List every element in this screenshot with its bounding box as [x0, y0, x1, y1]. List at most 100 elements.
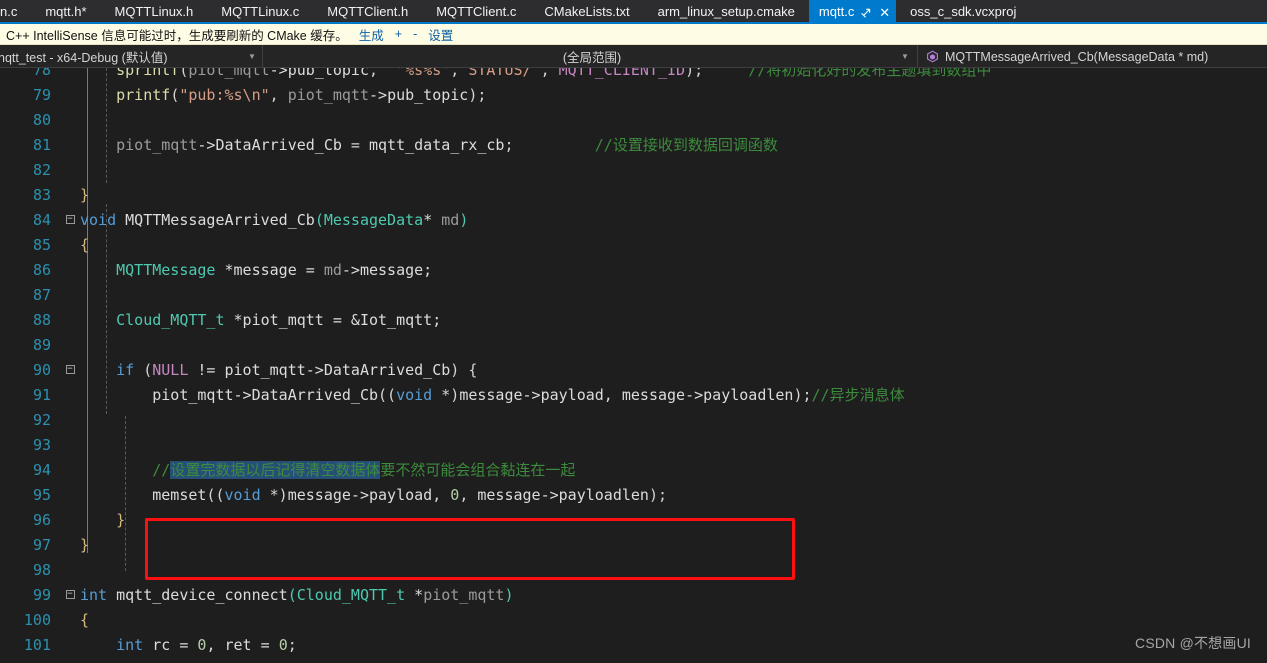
scope-dropdown[interactable]: (全局范围) ▼ [263, 45, 918, 68]
code-line[interactable]: 87 [0, 282, 1267, 307]
code-token: -> [369, 85, 388, 104]
info-bar-link-generate[interactable]: 生成 [359, 25, 384, 44]
code-line[interactable]: 82 [0, 157, 1267, 182]
chevron-down-icon: ▼ [248, 52, 256, 61]
collapse-toggle-icon[interactable]: − [60, 589, 80, 600]
code-token: //设置接收到数据回调函数 [594, 136, 778, 154]
code-token: void [396, 386, 433, 404]
code-token: message->payloadlen [477, 485, 649, 504]
editor-tab-n-c[interactable]: n.c [0, 0, 32, 22]
code-token: Cloud_MQTT_t [116, 310, 225, 329]
collapse-toggle-icon[interactable]: − [60, 364, 80, 375]
code-text: { [80, 611, 1267, 629]
code-token: , [531, 68, 559, 79]
code-token: } [80, 535, 90, 554]
line-number: 80 [32, 110, 51, 129]
line-number: 93 [32, 435, 51, 454]
code-line[interactable]: 80 [0, 107, 1267, 132]
editor-tab-arm-linux-setup-cmake[interactable]: arm_linux_setup.cmake [643, 0, 809, 22]
editor-tab-mqttlinux-h[interactable]: MQTTLinux.h [100, 0, 208, 22]
code-token: , [459, 485, 478, 504]
code-editor[interactable]: 78 sprintf(piot_mqtt->pub_topic, "%s%s",… [0, 68, 1267, 663]
code-line[interactable]: 88 Cloud_MQTT_t *piot_mqtt = &Iot_mqtt; [0, 307, 1267, 332]
code-token: "pub:%s\n" [179, 85, 270, 104]
code-token: ) [459, 210, 469, 229]
code-line[interactable]: 98 [0, 557, 1267, 582]
tab-label: arm_linux_setup.cmake [657, 4, 795, 19]
code-token: , [269, 85, 288, 104]
code-text: sprintf(piot_mqtt->pub_topic, "%s%s", ST… [80, 68, 1267, 80]
pin-icon[interactable]: ↥ [858, 3, 876, 21]
code-token: -> [197, 136, 216, 154]
editor-tab-mqttclient-c[interactable]: MQTTClient.c [422, 0, 531, 22]
code-token: //异步消息体 [811, 386, 905, 404]
line-number: 91 [32, 385, 51, 404]
code-line[interactable]: 91 piot_mqtt->DataArrived_Cb((void *)mes… [0, 382, 1267, 407]
code-line[interactable]: 90− if (NULL != piot_mqtt->DataArrived_C… [0, 357, 1267, 382]
code-line[interactable]: 79 printf("pub:%s\n", piot_mqtt->pub_top… [0, 82, 1267, 107]
tab-label: n.c [0, 4, 18, 19]
code-token: MQTTMessage [116, 260, 216, 279]
line-number: 85 [32, 235, 51, 254]
collapse-toggle-icon[interactable]: − [60, 214, 80, 225]
code-line[interactable]: 94 //设置完数据以后记得清空数据体要不然可能会组合黏连在一起 [0, 457, 1267, 482]
editor-tab-mqttclient-h[interactable]: MQTTClient.h [313, 0, 423, 22]
line-number: 101 [23, 635, 51, 654]
code-line[interactable]: 97} [0, 532, 1267, 557]
info-bar-link-plus[interactable]: + [395, 27, 402, 41]
code-line[interactable]: 101 int rc = 0, ret = 0; [0, 632, 1267, 657]
code-line[interactable]: 89 [0, 332, 1267, 357]
editor-tab-oss-c-sdk-vcxproj[interactable]: oss_c_sdk.vcxproj [896, 0, 1031, 22]
line-number: 86 [32, 260, 51, 279]
editor-tab-mqttlinux-c[interactable]: MQTTLinux.c [207, 0, 314, 22]
code-line[interactable]: 85 { [0, 232, 1267, 257]
code-token: ; [287, 635, 297, 654]
code-text: int mqtt_device_connect(Cloud_MQTT_t *pi… [80, 586, 1267, 604]
configuration-dropdown[interactable]: nqtt_test - x64-Debug (默认值) ▼ [0, 45, 263, 68]
editor-tab-mqtt-c[interactable]: mqtt.c ↥ ✕ [808, 0, 897, 22]
code-token: rc = [143, 635, 198, 654]
code-line[interactable]: 95 memset((void *)message->payload, 0, m… [0, 482, 1267, 507]
code-line[interactable]: 86 MQTTMessage *message = md->message; [0, 257, 1267, 282]
code-token: ( [170, 85, 180, 104]
info-bar-link-minus[interactable]: - [413, 27, 417, 41]
code-token: message; [359, 260, 433, 279]
line-number: 92 [32, 410, 51, 429]
info-bar-link-settings[interactable]: 设置 [428, 25, 453, 44]
editor-tab-cmakelists-txt[interactable]: CMakeLists.txt [530, 0, 644, 22]
code-line[interactable]: 100 { [0, 607, 1267, 632]
code-token: 0 [278, 635, 288, 654]
code-line[interactable]: 78 sprintf(piot_mqtt->pub_topic, "%s%s",… [0, 68, 1267, 82]
code-text: memset((void *)message->payload, 0, mess… [80, 486, 1267, 504]
intellisense-info-bar: C++ IntelliSense 信息可能过时，生成要刷新的 CMake 缓存。… [0, 24, 1267, 45]
code-token: printf [116, 85, 171, 104]
tab-label: MQTTClient.h [327, 4, 409, 19]
code-line[interactable]: 92 [0, 407, 1267, 432]
tab-label: mqtt.h* [45, 4, 87, 19]
indent-guide [106, 204, 107, 414]
code-line[interactable]: 84− void MQTTMessageArrived_Cb(MessageDat… [0, 207, 1267, 232]
code-line[interactable]: 83} [0, 182, 1267, 207]
line-number: 82 [32, 160, 51, 179]
code-token: ( [287, 585, 297, 604]
code-line[interactable]: 93 [0, 432, 1267, 457]
code-line[interactable]: 99− int mqtt_device_connect(Cloud_MQTT_t … [0, 582, 1267, 607]
code-token: pub_topic [387, 85, 469, 104]
code-token: mqtt_device_connect [116, 585, 288, 604]
editor-tab-strip: n.c mqtt.h* MQTTLinux.h MQTTLinux.c MQTTClie… [0, 0, 1267, 24]
tab-label: mqtt.c [818, 4, 855, 19]
code-token: //将初始化好的发布主题填到数组中 [748, 68, 992, 79]
line-number: 97 [32, 535, 51, 554]
code-token: piot_mqtt->DataArrived_Cb [152, 386, 379, 404]
code-token: mqtt_data_rx_cb [369, 136, 505, 154]
close-icon[interactable]: ✕ [879, 6, 890, 19]
code-token: "%s%s" [396, 68, 451, 79]
member-dropdown[interactable]: MQTTMessageArrived_Cb(MessageData * md) [918, 45, 1267, 68]
code-line[interactable]: 81 piot_mqtt->DataArrived_Cb = mqtt_data… [0, 132, 1267, 157]
editor-tab-mqtt-h-[interactable]: mqtt.h* [31, 0, 101, 22]
code-line[interactable]: 96 } [0, 507, 1267, 532]
